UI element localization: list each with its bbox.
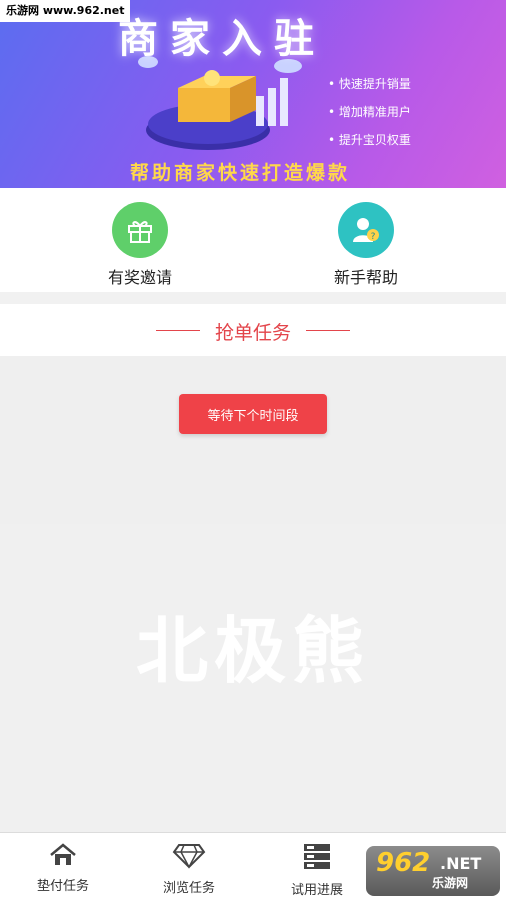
wait-next-period-button[interactable]: 等待下个时间段 xyxy=(179,394,327,434)
tab-label: 浏览任务 xyxy=(162,881,215,896)
merchant-banner[interactable]: 乐游网 www.962.net 商家入驻 快速提升销量 增加精准用户 提升宝贝权… xyxy=(0,0,506,188)
banner-title: 商家入驻 xyxy=(118,16,326,62)
empty-content-area: 北极熊 xyxy=(0,524,506,832)
help-user-icon: ? xyxy=(338,202,394,258)
home-icon xyxy=(50,843,76,865)
tab-advance-task[interactable]: 垫付任务 xyxy=(8,843,118,894)
center-watermark: 北极熊 xyxy=(135,609,370,693)
site-watermark: 乐游网 www.962.net xyxy=(0,0,131,22)
diamond-icon xyxy=(172,844,206,869)
divider-right xyxy=(306,330,350,331)
section-title: 抢单任务 xyxy=(214,322,291,344)
newbie-help-button[interactable]: ? 新手帮助 xyxy=(306,202,426,288)
logo-cn: 乐游网 xyxy=(432,876,469,890)
banner-bullet: 增加精准用户 xyxy=(328,98,411,126)
gift-icon xyxy=(112,202,168,258)
quick-actions: 有奖邀请 ? 新手帮助 xyxy=(0,188,506,292)
task-area: 等待下个时间段 xyxy=(0,356,506,524)
server-list-icon xyxy=(304,844,330,869)
svg-text:?: ? xyxy=(371,232,376,242)
invite-reward-button[interactable]: 有奖邀请 xyxy=(80,202,200,288)
banner-bullet: 快速提升销量 xyxy=(328,70,411,98)
tab-browse-task[interactable]: 浏览任务 xyxy=(134,843,244,896)
tab-label: 垫付任务 xyxy=(36,879,89,894)
banner-illustration xyxy=(138,56,302,150)
banner-bullet: 提升宝贝权重 xyxy=(328,126,411,154)
banner-slogan: 帮助商家快速打造爆款 xyxy=(130,162,351,184)
newbie-help-label: 新手帮助 xyxy=(333,268,398,287)
logo-net: .NET xyxy=(440,854,482,873)
tab-label: 试用进展 xyxy=(290,883,343,898)
tab-trial-progress[interactable]: 试用进展 xyxy=(262,843,372,898)
grab-task-header: 抢单任务 xyxy=(0,304,506,356)
banner-bullets: 快速提升销量 增加精准用户 提升宝贝权重 xyxy=(328,70,411,154)
logo-number: 962 xyxy=(376,848,431,878)
invite-reward-label: 有奖邀请 xyxy=(107,268,172,287)
site-logo-watermark: 962 .NET 乐游网 xyxy=(366,846,500,896)
